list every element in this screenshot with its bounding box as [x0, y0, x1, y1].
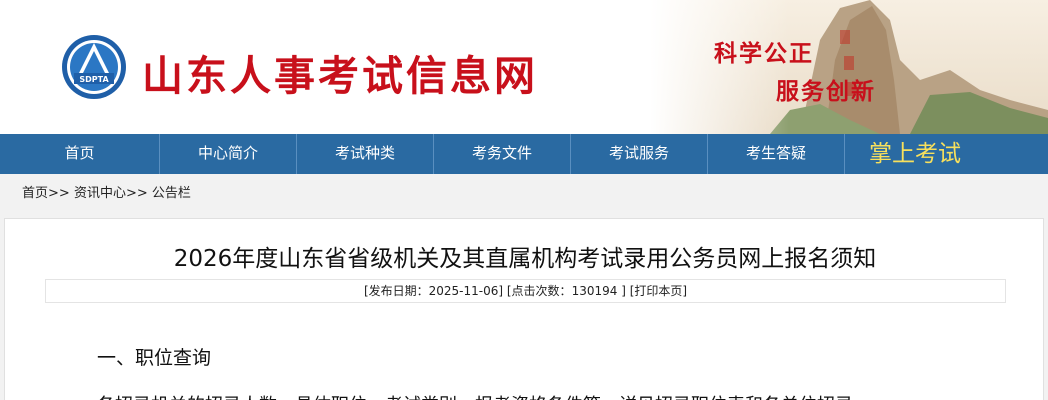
article-meta: [发布日期：2025-11-06] [点击次数：130194 ] [打印本页]	[45, 279, 1006, 303]
print-page-link[interactable]: [打印本页]	[630, 284, 687, 298]
main-nav: 首页 中心简介 考试种类 考务文件 考试服务 考生答疑 掌上考试	[0, 134, 1048, 174]
nav-item-exam-types[interactable]: 考试种类	[297, 134, 434, 174]
nav-item-mobile-exam[interactable]: 掌上考试	[845, 134, 985, 174]
nav-item-home[interactable]: 首页	[0, 134, 160, 174]
article-title: 2026年度山东省省级机关及其直属机构考试录用公务员网上报名须知	[173, 246, 877, 272]
breadcrumb-home-link[interactable]: 首页	[22, 186, 48, 201]
slogan-line-2: 服务创新	[776, 78, 876, 105]
breadcrumb-separator: >>	[125, 186, 148, 201]
click-count: 130194	[571, 284, 618, 298]
nav-item-exam-documents[interactable]: 考务文件	[434, 134, 571, 174]
article-panel: 2026年度山东省省级机关及其直属机构考试录用公务员网上报名须知 [发布日期：2…	[4, 218, 1044, 400]
slogan-line-1: 科学公正	[714, 40, 814, 67]
body-paragraph: 各招录机关的招录人数、具体职位、考试类别、报考资格条件等，详见招录职位表和各单位…	[97, 391, 987, 400]
breadcrumb-news-center-link[interactable]: 资讯中心	[74, 186, 126, 201]
nav-item-candidate-qa[interactable]: 考生答疑	[708, 134, 845, 174]
publish-date: 2025-11-06	[428, 284, 499, 298]
page: SDPTA 山东人事考试信息网 科学公正 服务创新 首页 中心简介 考试种类 考…	[0, 0, 1048, 400]
meta-clicks-label: ] [点击次数：	[498, 284, 572, 298]
section-heading: 一、职位查询	[97, 347, 212, 369]
site-header: SDPTA 山东人事考试信息网 科学公正 服务创新	[0, 0, 1048, 134]
logo-text: SDPTA	[79, 75, 109, 84]
site-title[interactable]: 山东人事考试信息网	[142, 42, 538, 102]
nav-item-exam-services[interactable]: 考试服务	[571, 134, 708, 174]
breadcrumb-separator: >>	[48, 186, 70, 201]
breadcrumb: 首页>> 资讯中心>> 公告栏	[0, 174, 1048, 216]
breadcrumb-bulletin-link[interactable]: 公告栏	[152, 186, 191, 201]
meta-end: ]	[617, 284, 630, 298]
nav-item-about[interactable]: 中心简介	[160, 134, 297, 174]
meta-date-label: [发布日期：	[363, 284, 429, 298]
mountain-banner-image	[650, 0, 1048, 134]
sdpta-logo-icon[interactable]: SDPTA	[60, 33, 128, 101]
